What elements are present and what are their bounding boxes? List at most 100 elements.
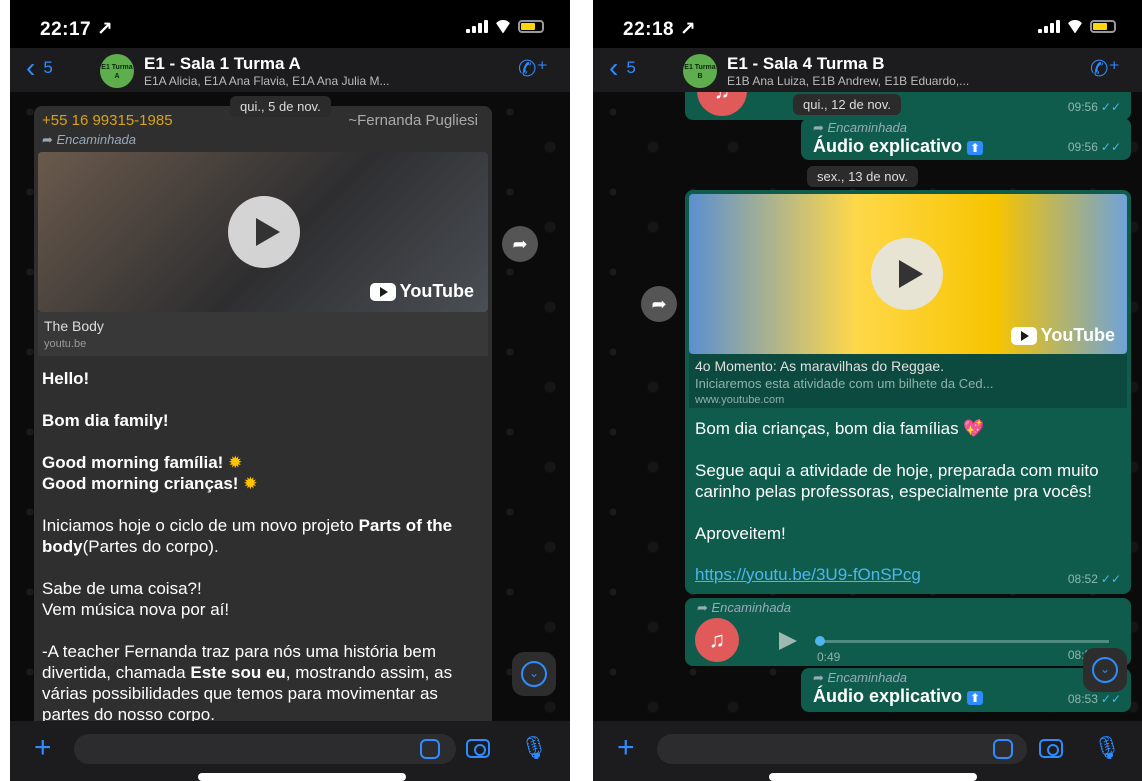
chat-header: ‹ 5 E1 Turma A E1 - Sala 1 Turma A E1A A… bbox=[10, 48, 570, 92]
youtube-link[interactable]: https://youtu.be/3U9-fOnSPcg bbox=[695, 564, 921, 585]
audio-message-bubble[interactable]: ♫ 09:56✓✓ bbox=[685, 92, 1131, 120]
wifi-icon bbox=[1066, 20, 1084, 33]
link-title: The Body bbox=[44, 318, 104, 334]
link-description: Iniciaremos esta atividade com um bilhet… bbox=[695, 376, 994, 391]
chat-area[interactable]: ♫ 09:56✓✓ qui., 12 de nov. ➦ Encaminhada… bbox=[593, 92, 1142, 721]
home-indicator bbox=[769, 773, 977, 781]
plus-icon[interactable]: + bbox=[617, 731, 635, 765]
message-time: 08:53 ✓✓ bbox=[1067, 692, 1121, 706]
message-input-bar: + 🎙 bbox=[593, 721, 1142, 781]
up-arrow-emoji-icon: ⬆ bbox=[967, 691, 984, 705]
add-call-icon[interactable]: ✆⁺ bbox=[518, 56, 548, 82]
status-bar: 22:17 ↗ bbox=[10, 0, 570, 44]
date-chip: sex., 13 de nov. bbox=[807, 166, 918, 187]
heart-emoji-icon: 💖 bbox=[963, 419, 985, 438]
forwarded-label: ➦ Encaminhada bbox=[42, 132, 137, 147]
chevron-down-icon: ⌄ bbox=[1092, 657, 1118, 683]
sun-emoji-icon: ✹ bbox=[228, 453, 243, 472]
forwarded-label: ➦ Encaminhada bbox=[813, 120, 908, 135]
audio-caption-bubble[interactable]: ➦ Encaminhada Áudio explicativo ⬆ 09:56 ✓… bbox=[801, 118, 1131, 160]
forward-arrow-icon: ➦ bbox=[813, 120, 828, 135]
wifi-icon bbox=[494, 20, 512, 33]
audio-play-icon[interactable] bbox=[779, 632, 797, 650]
message-text: Bom dia crianças, bom dia famílias 💖 Seg… bbox=[695, 419, 1099, 543]
message-input[interactable] bbox=[74, 734, 456, 764]
music-note-icon[interactable]: ♫ bbox=[695, 618, 739, 662]
group-avatar[interactable]: E1 Turma A bbox=[100, 54, 134, 88]
status-icons bbox=[466, 20, 544, 33]
sender-name: ~Fernanda Pugliesi bbox=[348, 112, 478, 129]
signal-icon bbox=[466, 20, 488, 33]
link-preview[interactable]: The Body youtu.be bbox=[38, 312, 488, 356]
message-input[interactable] bbox=[657, 734, 1027, 764]
sticker-icon[interactable] bbox=[420, 739, 440, 759]
youtube-logo: YouTube bbox=[369, 281, 474, 302]
play-icon[interactable] bbox=[871, 238, 943, 310]
sun-emoji-icon: ✹ bbox=[243, 474, 258, 493]
camera-icon[interactable] bbox=[466, 739, 490, 758]
back-button[interactable]: ‹ 5 bbox=[609, 52, 636, 83]
youtube-thumbnail[interactable]: YouTube bbox=[689, 194, 1127, 354]
scroll-down-button[interactable]: ⌄ bbox=[1083, 648, 1127, 692]
group-title[interactable]: E1 - Sala 4 Turma B bbox=[727, 54, 884, 74]
microphone-icon[interactable]: 🎙 bbox=[520, 735, 548, 761]
music-note-icon[interactable]: ♫ bbox=[697, 92, 747, 116]
audio-caption: Áudio explicativo ⬆ bbox=[813, 136, 984, 157]
chevron-left-icon: ‹ bbox=[609, 52, 619, 83]
group-members[interactable]: E1B Ana Luiza, E1B Andrew, E1B Eduardo,.… bbox=[727, 74, 1057, 88]
status-bar: 22:18 ↗ bbox=[593, 0, 1142, 44]
up-arrow-emoji-icon: ⬆ bbox=[967, 141, 984, 155]
audio-message-bubble[interactable]: ➦ Encaminhada ♫ 0:49 08:52✓✓ bbox=[685, 598, 1131, 666]
right-phone-screen: 22:18 ↗ ‹ 5 E1 Turma B E1 - Sala 4 Turma… bbox=[593, 0, 1142, 781]
chevron-down-icon: ⌄ bbox=[521, 661, 547, 687]
scroll-down-button[interactable]: ⌄ bbox=[512, 652, 556, 696]
audio-progress-handle[interactable] bbox=[815, 636, 825, 646]
message-time: 09:56 ✓✓ bbox=[1067, 100, 1121, 114]
play-icon[interactable] bbox=[228, 196, 300, 268]
add-call-icon[interactable]: ✆⁺ bbox=[1090, 56, 1120, 82]
battery-icon bbox=[1090, 20, 1116, 33]
youtube-thumbnail[interactable]: YouTube bbox=[38, 152, 488, 312]
back-button[interactable]: ‹ 5 bbox=[26, 52, 53, 83]
status-icons bbox=[1038, 20, 1116, 33]
status-time: 22:18 ↗ bbox=[623, 19, 697, 40]
forward-arrow-icon: ➦ bbox=[813, 670, 828, 685]
audio-duration: 0:49 bbox=[817, 650, 841, 664]
message-input-bar: + 🎙 bbox=[10, 721, 570, 781]
left-phone-screen: 22:17 ↗ ‹ 5 E1 Turma A E1 - Sala 1 Turma… bbox=[10, 0, 570, 781]
forward-arrow-icon: ➦ bbox=[697, 600, 712, 615]
link-title: 4o Momento: As maravilhas do Reggae. bbox=[695, 358, 945, 374]
status-time: 22:17 ↗ bbox=[40, 19, 114, 40]
forward-arrow-icon: ➦ bbox=[42, 132, 57, 147]
group-avatar[interactable]: E1 Turma B bbox=[683, 54, 717, 88]
message-text: Hello! Bom dia family! Good morning famí… bbox=[42, 369, 453, 721]
forward-button[interactable]: ➦ bbox=[502, 226, 538, 262]
chevron-left-icon: ‹ bbox=[26, 52, 36, 83]
date-chip: qui., 5 de nov. bbox=[230, 96, 331, 117]
unread-count: 5 bbox=[626, 58, 636, 77]
microphone-icon[interactable]: 🎙 bbox=[1093, 735, 1121, 761]
chat-area[interactable]: +55 16 99315-1985 ~Fernanda Pugliesi ➦ E… bbox=[10, 92, 570, 721]
audio-progress-track[interactable] bbox=[819, 640, 1109, 643]
date-chip: qui., 12 de nov. bbox=[793, 94, 901, 115]
group-members[interactable]: E1A Alicia, E1A Ana Flavia, E1A Ana Juli… bbox=[144, 74, 494, 88]
forward-button[interactable]: ➦ bbox=[641, 286, 677, 322]
audio-caption: Áudio explicativo ⬆ bbox=[813, 686, 984, 707]
home-indicator bbox=[198, 773, 406, 781]
sticker-icon[interactable] bbox=[993, 739, 1013, 759]
unread-count: 5 bbox=[43, 58, 53, 77]
youtube-logo: YouTube bbox=[1010, 325, 1115, 346]
group-title[interactable]: E1 - Sala 1 Turma A bbox=[144, 54, 301, 74]
link-domain: youtu.be bbox=[44, 338, 87, 350]
forwarded-label: ➦ Encaminhada bbox=[813, 670, 908, 685]
message-bubble-forwarded[interactable]: +55 16 99315-1985 ~Fernanda Pugliesi ➦ E… bbox=[34, 106, 492, 721]
link-preview[interactable]: 4o Momento: As maravilhas do Reggae. Ini… bbox=[689, 354, 1127, 408]
message-bubble-youtube[interactable]: YouTube 4o Momento: As maravilhas do Reg… bbox=[685, 190, 1131, 594]
audio-caption-bubble[interactable]: ➦ Encaminhada Áudio explicativo ⬆ 08:53 ✓… bbox=[801, 668, 1131, 712]
signal-icon bbox=[1038, 20, 1060, 33]
camera-icon[interactable] bbox=[1039, 739, 1063, 758]
battery-icon bbox=[518, 20, 544, 33]
sender-phone: +55 16 99315-1985 bbox=[42, 112, 173, 129]
plus-icon[interactable]: + bbox=[34, 731, 52, 765]
forwarded-label: ➦ Encaminhada bbox=[697, 600, 792, 615]
